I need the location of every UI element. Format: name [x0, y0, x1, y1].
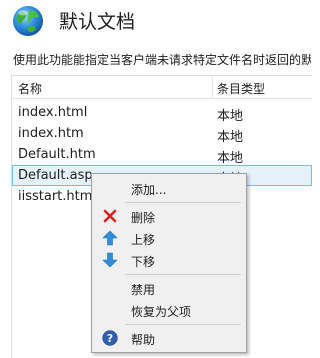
column-header-type[interactable]: 条目类型: [217, 80, 265, 97]
svg-text:?: ?: [107, 332, 113, 345]
arrow-up-icon: [102, 230, 118, 246]
menu-item-help[interactable]: ? 帮助: [94, 327, 244, 349]
column-header-name[interactable]: 名称: [18, 80, 42, 97]
table-row[interactable]: index.htm 本地: [12, 123, 312, 145]
row-type: 本地: [217, 109, 244, 124]
row-name: Default.htm: [18, 147, 96, 162]
menu-item-delete[interactable]: 删除: [94, 205, 244, 227]
globe-icon: [13, 6, 43, 36]
menu-item-disable[interactable]: 禁用: [94, 277, 244, 299]
table-header: 名称 条目类型: [12, 76, 312, 99]
menu-item-label: 禁用: [131, 283, 156, 297]
row-name: index.html: [18, 105, 88, 120]
menu-item-label: 删除: [131, 211, 156, 225]
menu-item-label: 上移: [131, 233, 156, 247]
menu-item-label: 帮助: [131, 333, 156, 347]
menu-item-label: 恢复为父项: [131, 305, 192, 319]
menu-separator: [125, 202, 241, 203]
menu-item-revert-to-parent[interactable]: 恢复为父项: [94, 299, 244, 321]
context-menu: 添加... 删除 上移 下移 禁用 恢复为父项 ? 帮助: [91, 173, 247, 353]
row-name: iisstart.htm: [18, 189, 93, 204]
description-text: 使用此功能能指定当客户端未请求特定文件名时返回的默认文件。: [13, 53, 311, 67]
menu-item-label: 添加...: [131, 183, 167, 197]
row-name: index.htm: [18, 126, 84, 141]
menu-separator: [125, 274, 241, 275]
delete-icon: [103, 209, 117, 223]
menu-item-add[interactable]: 添加...: [94, 177, 244, 199]
row-type: 本地: [217, 151, 244, 166]
arrow-down-icon: [102, 252, 118, 268]
table-row[interactable]: index.html 本地: [12, 102, 312, 124]
page-title: 默认文档: [59, 11, 136, 33]
column-divider[interactable]: [212, 76, 213, 98]
help-icon: ?: [102, 330, 118, 346]
menu-item-label: 下移: [131, 255, 156, 269]
menu-item-move-up[interactable]: 上移: [94, 227, 244, 249]
menu-separator: [125, 324, 241, 325]
row-name: Default.asp: [18, 168, 93, 183]
row-type: 本地: [217, 130, 244, 145]
table-row[interactable]: Default.htm 本地: [12, 144, 312, 166]
menu-item-move-down[interactable]: 下移: [94, 249, 244, 271]
